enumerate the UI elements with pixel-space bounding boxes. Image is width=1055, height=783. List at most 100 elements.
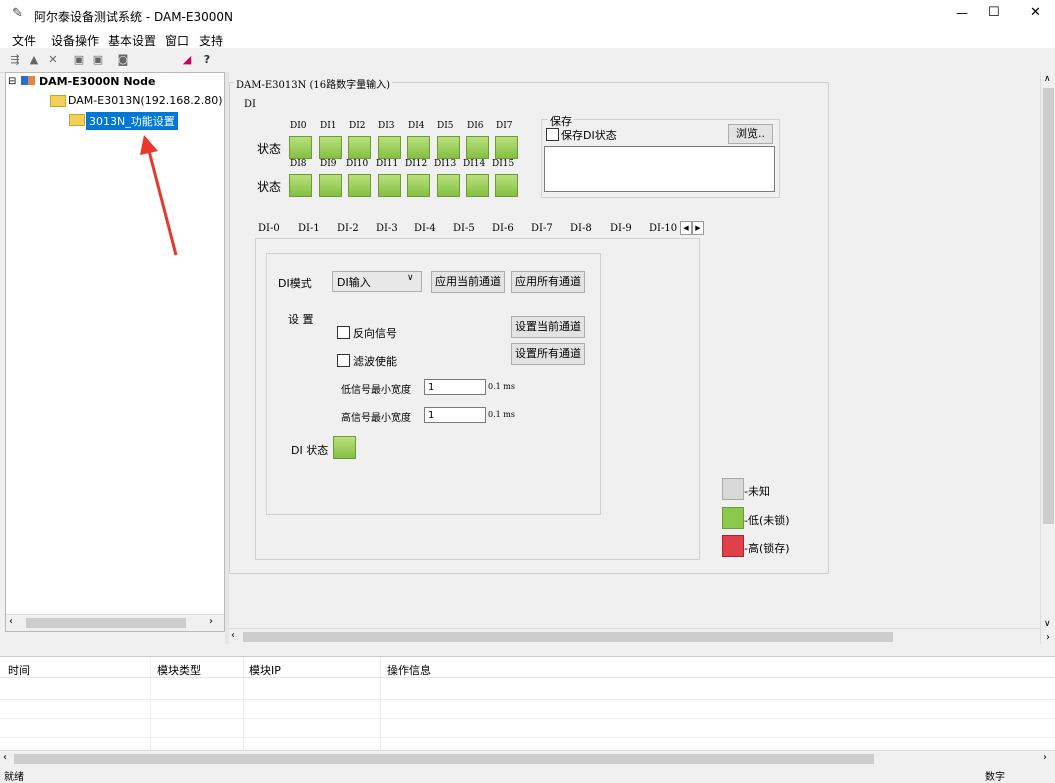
log-table: 时间 模块类型 模块IP 操作信息 ‹ › xyxy=(0,656,1055,767)
title-bar: ✎ 阿尔泰设备测试系统 - DAM-E3000N — ☐ ✕ xyxy=(0,0,1055,30)
scroll-right-icon[interactable]: › xyxy=(1046,632,1050,643)
log-col-module-ip[interactable]: 模块IP xyxy=(249,662,281,678)
device-icon[interactable]: ▲ xyxy=(27,53,41,67)
invert-signal-checkbox[interactable] xyxy=(337,326,350,339)
delete-icon[interactable]: ✕ xyxy=(46,53,60,67)
legend-swatch-low xyxy=(722,507,744,529)
scroll-up-icon[interactable]: ∧ xyxy=(1044,74,1051,84)
main-group: DAM-E3013N (16路数字量输入) DI 状态 DI0 DI1 DI2 … xyxy=(229,76,829,574)
scroll-down-icon[interactable]: ∨ xyxy=(1044,619,1051,629)
invert-signal-label: 反向信号 xyxy=(353,327,397,340)
set-current-button[interactable]: 设置当前通道 xyxy=(511,316,585,338)
legend-label-low: -低(未锁) xyxy=(744,514,790,527)
di-indicator xyxy=(348,174,371,197)
save-group: 保存 保存DI状态 浏览.. xyxy=(541,113,780,198)
set-all-button[interactable]: 设置所有通道 xyxy=(511,343,585,365)
legend-label-unknown: -未知 xyxy=(744,485,770,498)
tree-function-selected[interactable]: 3013N_功能设置 xyxy=(86,112,178,130)
tab-di-6[interactable]: DI-6 xyxy=(492,223,514,234)
log-col-operation[interactable]: 操作信息 xyxy=(387,662,431,678)
log-col-module-type[interactable]: 模块类型 xyxy=(157,662,201,678)
scroll-left-icon[interactable]: ‹ xyxy=(9,616,13,627)
tree-expander-icon[interactable]: ⊟ xyxy=(8,76,16,87)
tree-hscroll[interactable]: ‹ › xyxy=(6,614,224,631)
scroll-right-icon[interactable]: › xyxy=(209,616,213,627)
window-title: 阿尔泰设备测试系统 - DAM-E3000N xyxy=(34,10,233,24)
di-label: DI8 xyxy=(290,159,307,169)
menu-device-ops[interactable]: 设备操作 xyxy=(51,32,99,49)
di-indicator xyxy=(319,136,342,159)
apply-all-button[interactable]: 应用所有通道 xyxy=(511,271,585,293)
filter-enable-checkbox[interactable] xyxy=(337,354,350,367)
menu-support[interactable]: 支持 xyxy=(199,32,223,49)
maximize-button[interactable]: ☐ xyxy=(988,5,1000,20)
di-indicator xyxy=(407,136,430,159)
status-label-2: 状态 xyxy=(257,180,282,194)
legend-label-high: -高(锁存) xyxy=(744,542,790,555)
browse-button[interactable]: 浏览.. xyxy=(728,124,773,144)
menu-window[interactable]: 窗口 xyxy=(165,32,189,49)
di-label: DI5 xyxy=(437,121,454,131)
connect-icon[interactable]: ⇶ xyxy=(8,53,22,67)
tree-root[interactable]: DAM-E3000N Node xyxy=(39,75,155,88)
log-hscroll[interactable]: ‹ › xyxy=(0,750,1055,767)
filter-enable-label: 滤波使能 xyxy=(353,355,397,368)
di-label: DI14 xyxy=(463,159,486,169)
tab-di-10[interactable]: DI-10 xyxy=(649,223,677,234)
tab-scroll-left-icon[interactable]: ◀ xyxy=(680,221,692,235)
di-indicator xyxy=(407,174,430,197)
save-path-box[interactable] xyxy=(544,146,775,192)
high-width-input[interactable]: 1 xyxy=(424,407,486,423)
save-di-checkbox[interactable] xyxy=(546,128,559,141)
menu-basic-settings[interactable]: 基本设置 xyxy=(108,32,156,49)
tab-di-3[interactable]: DI-3 xyxy=(376,223,398,234)
status-label-1: 状态 xyxy=(257,142,282,156)
apply-current-button[interactable]: 应用当前通道 xyxy=(431,271,505,293)
panel-vscroll[interactable]: ∧ ∨ › xyxy=(1040,72,1055,644)
log-header: 时间 模块类型 模块IP 操作信息 xyxy=(0,657,1055,678)
minimize-button[interactable]: — xyxy=(956,6,968,20)
tree-device[interactable]: DAM-E3013N(192.168.2.80) xyxy=(68,94,223,107)
tab-di-8[interactable]: DI-8 xyxy=(570,223,592,234)
scroll-left-icon[interactable]: ‹ xyxy=(231,630,235,641)
tab-di-1[interactable]: DI-1 xyxy=(298,223,320,234)
scroll-right-icon[interactable]: › xyxy=(1043,752,1047,763)
di-mode-select[interactable]: DI输入 ∨ xyxy=(332,271,422,292)
di-indicator xyxy=(289,174,312,197)
di-label: DI12 xyxy=(405,159,428,169)
di-label: DI11 xyxy=(376,159,399,169)
di-indicator xyxy=(437,136,460,159)
low-width-input[interactable]: 1 xyxy=(424,379,486,395)
panel-hscroll[interactable]: ‹ xyxy=(229,628,1040,645)
di-indicator xyxy=(495,136,518,159)
tab-di-5[interactable]: DI-5 xyxy=(453,223,475,234)
folder-icon xyxy=(50,95,66,107)
close-button[interactable]: ✕ xyxy=(1030,5,1041,20)
import-icon[interactable]: ▣ xyxy=(72,53,86,67)
tab-scroll-right-icon[interactable]: ▶ xyxy=(692,221,704,235)
tab-di-0[interactable]: DI-0 xyxy=(258,223,280,234)
tab-di-9[interactable]: DI-9 xyxy=(610,223,632,234)
toolbar: ⇶ ▲ ✕ ▣ ▣ ◙ ◢ ? xyxy=(0,50,228,73)
di-label: DI13 xyxy=(434,159,457,169)
tab-di-2[interactable]: DI-2 xyxy=(337,223,359,234)
status-bar: 就绪 数字 xyxy=(0,766,1055,783)
settings-label: 设 置 xyxy=(288,313,314,326)
settings-icon[interactable]: ◢ xyxy=(180,53,194,67)
view-icon[interactable]: ◙ xyxy=(116,53,130,67)
di-mode-value: DI输入 xyxy=(337,276,371,289)
low-width-label: 低信号最小宽度 xyxy=(341,385,411,396)
menu-file[interactable]: 文件 xyxy=(12,32,36,49)
di-indicator xyxy=(289,136,312,159)
help-icon[interactable]: ? xyxy=(200,53,214,67)
log-col-time[interactable]: 时间 xyxy=(8,662,30,678)
di-status-indicator xyxy=(333,436,356,459)
di-indicator xyxy=(495,174,518,197)
di-indicator xyxy=(466,136,489,159)
tab-di-4[interactable]: DI-4 xyxy=(414,223,436,234)
scroll-left-icon[interactable]: ‹ xyxy=(3,752,7,763)
di-indicator xyxy=(466,174,489,197)
tab-di-7[interactable]: DI-7 xyxy=(531,223,553,234)
export-icon[interactable]: ▣ xyxy=(91,53,105,67)
panel-title: DAM-E3013N (16路数字量输入) xyxy=(234,76,393,91)
